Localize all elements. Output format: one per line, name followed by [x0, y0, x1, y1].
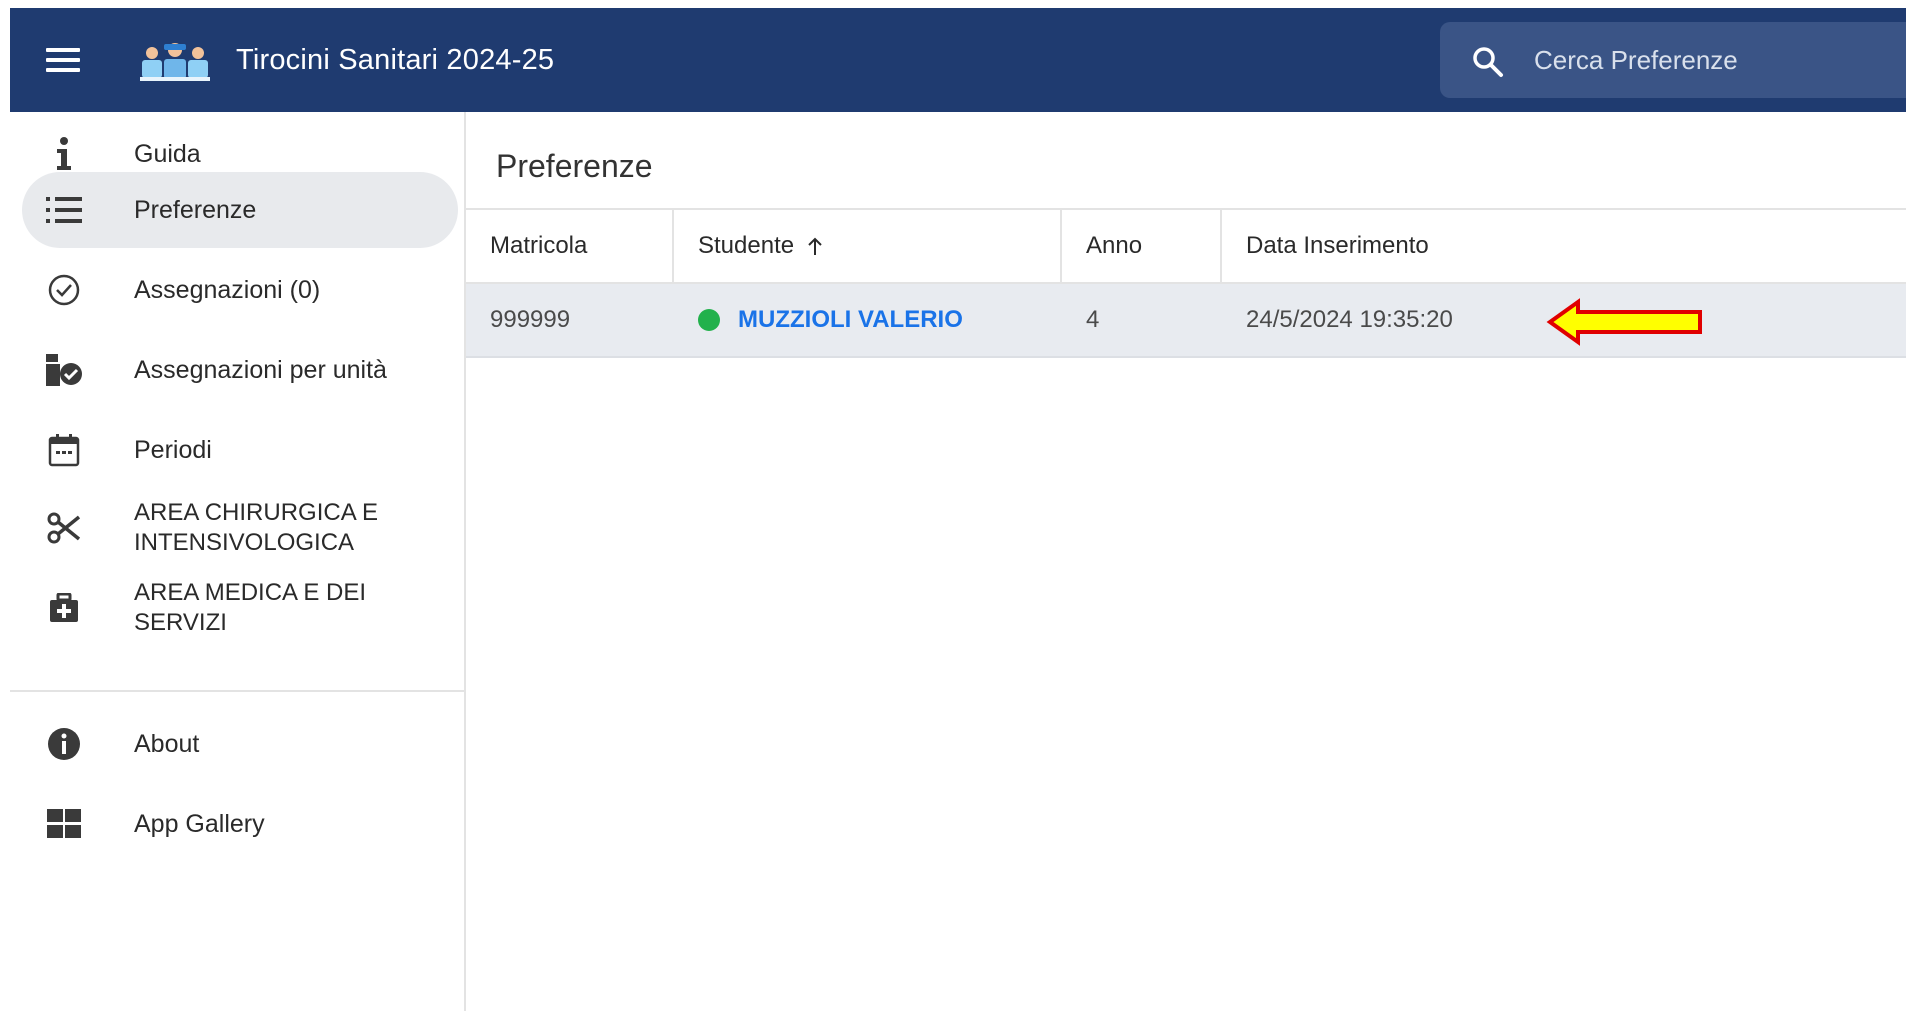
grid-icon: [42, 802, 86, 846]
yellow-arrow-pointer-icon: [1546, 298, 1702, 346]
status-indicator: [698, 309, 720, 331]
sidebar-item-label: Guida: [134, 140, 201, 168]
scissors-icon: [42, 506, 86, 550]
sidebar-item-label: Preferenze: [134, 196, 257, 224]
column-header-data-inserimento[interactable]: Data Inserimento: [1222, 210, 1906, 282]
sidebar-item-preferenze[interactable]: Preferenze: [22, 172, 458, 248]
sort-ascending-icon[interactable]: [806, 236, 824, 256]
hamburger-menu-icon[interactable]: [46, 46, 86, 78]
sidebar-item-area-medica[interactable]: AREA MEDICA E DEI SERVIZI: [22, 570, 458, 646]
column-header-matricola[interactable]: Matricola: [466, 210, 674, 282]
main-content: Preferenze Matricola Studente Anno Data …: [466, 112, 1906, 1011]
sidebar-item-label: AREA CHIRURGICA E INTENSIVOLOGICA: [134, 499, 379, 556]
student-link[interactable]: MUZZIOLI VALERIO: [738, 306, 963, 334]
app-window: Tirocini Sanitari 2024-25 Guida: [10, 8, 1906, 1011]
page-title: Preferenze: [496, 148, 653, 184]
cell-data-inserimento: 24/5/2024 19:35:20: [1246, 306, 1453, 333]
sidebar-item-label: Assegnazioni (0): [134, 276, 321, 304]
search-icon[interactable]: [1470, 44, 1506, 80]
search-box[interactable]: [1440, 22, 1906, 98]
check-circle-icon: [42, 268, 86, 312]
sidebar-item-assegnazioni-per-unita[interactable]: Assegnazioni per unità: [22, 332, 458, 408]
sidebar-divider: [10, 690, 464, 692]
cell-matricola: 999999: [490, 306, 571, 333]
sidebar-item-about[interactable]: About: [22, 706, 458, 782]
medical-staff-logo-icon: [140, 43, 210, 81]
cell-anno: 4: [1086, 306, 1100, 333]
column-header-label: Anno: [1086, 232, 1143, 259]
app-header: Tirocini Sanitari 2024-25: [10, 8, 1906, 112]
column-header-anno[interactable]: Anno: [1062, 210, 1222, 282]
calendar-icon: [42, 428, 86, 472]
column-header-label: Studente: [698, 232, 795, 259]
table-header: Matricola Studente Anno Data Inserimento: [466, 210, 1906, 284]
medical-kit-icon: [42, 586, 86, 630]
sidebar-item-app-gallery[interactable]: App Gallery: [22, 786, 458, 862]
sidebar-item-label: About: [134, 730, 200, 758]
info-filled-icon: [42, 722, 86, 766]
info-icon: [42, 132, 86, 176]
list-icon: [42, 188, 86, 232]
sidebar-item-area-chirurgica[interactable]: AREA CHIRURGICA E INTENSIVOLOGICA: [22, 490, 458, 566]
preferences-table: Matricola Studente Anno Data Inserimento: [466, 208, 1906, 358]
sidebar-item-label: Periodi: [134, 436, 212, 464]
table-row[interactable]: 999999 MUZZIOLI VALERIO 4 24/5/2024 19:3…: [466, 284, 1906, 358]
search-input[interactable]: [1534, 40, 1894, 80]
sidebar: Guida Preferenze Assegnazioni (0) Assegn…: [10, 112, 466, 1011]
column-header-label: Data Inserimento: [1246, 232, 1429, 259]
unit-check-icon: [42, 348, 86, 392]
sidebar-item-periodi[interactable]: Periodi: [22, 412, 458, 488]
sidebar-item-label: App Gallery: [134, 810, 265, 838]
column-header-studente[interactable]: Studente: [674, 210, 1062, 282]
column-header-label: Matricola: [490, 232, 588, 259]
sidebar-item-label: AREA MEDICA E DEI SERVIZI: [134, 579, 367, 636]
sidebar-item-label: Assegnazioni per unità: [134, 356, 387, 384]
app-title: Tirocini Sanitari 2024-25: [236, 44, 555, 76]
cell-studente: MUZZIOLI VALERIO: [674, 284, 1062, 356]
sidebar-item-assegnazioni[interactable]: Assegnazioni (0): [22, 252, 458, 328]
